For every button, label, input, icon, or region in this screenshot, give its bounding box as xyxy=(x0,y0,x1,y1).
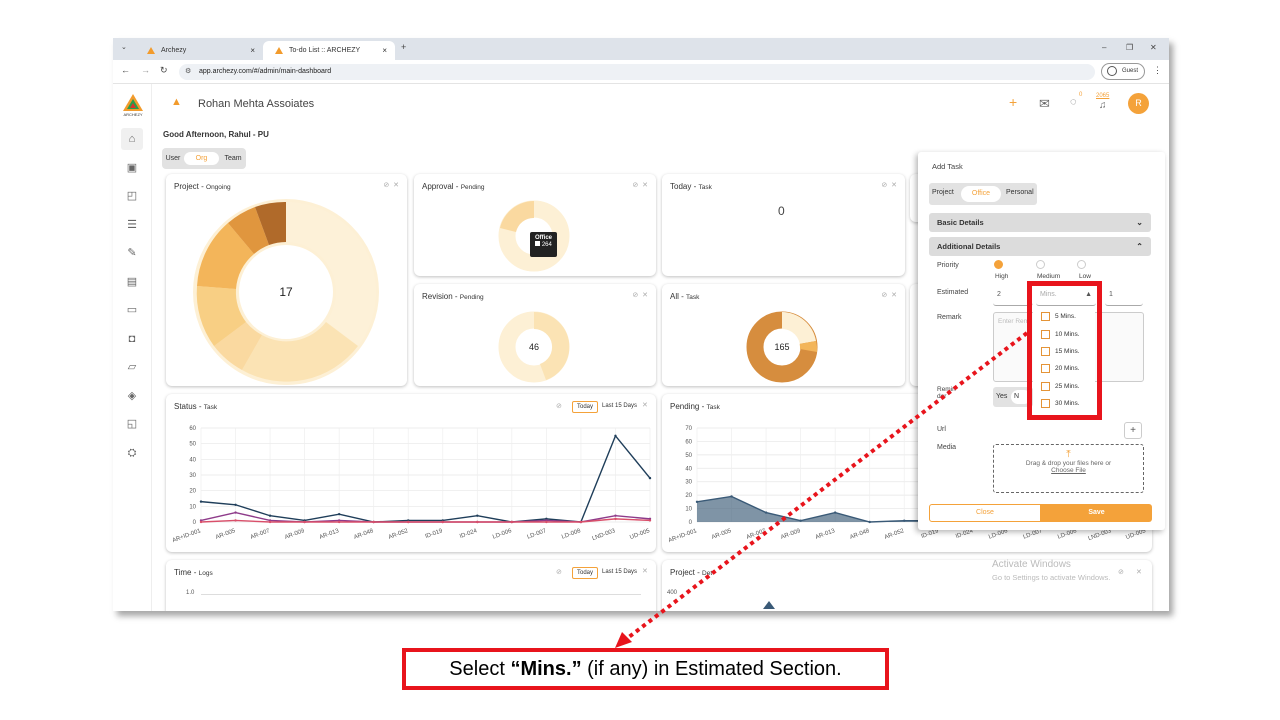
caption-pre: Select xyxy=(449,658,511,680)
instruction-caption: Select “Mins.” (if any) in Estimated Sec… xyxy=(402,648,889,690)
caption-post: (if any) in Estimated Section. xyxy=(581,658,842,680)
annotation-arrow xyxy=(615,331,1029,648)
annotation-dotted-line xyxy=(623,331,1029,642)
caption-bold: “Mins.” xyxy=(510,658,582,680)
